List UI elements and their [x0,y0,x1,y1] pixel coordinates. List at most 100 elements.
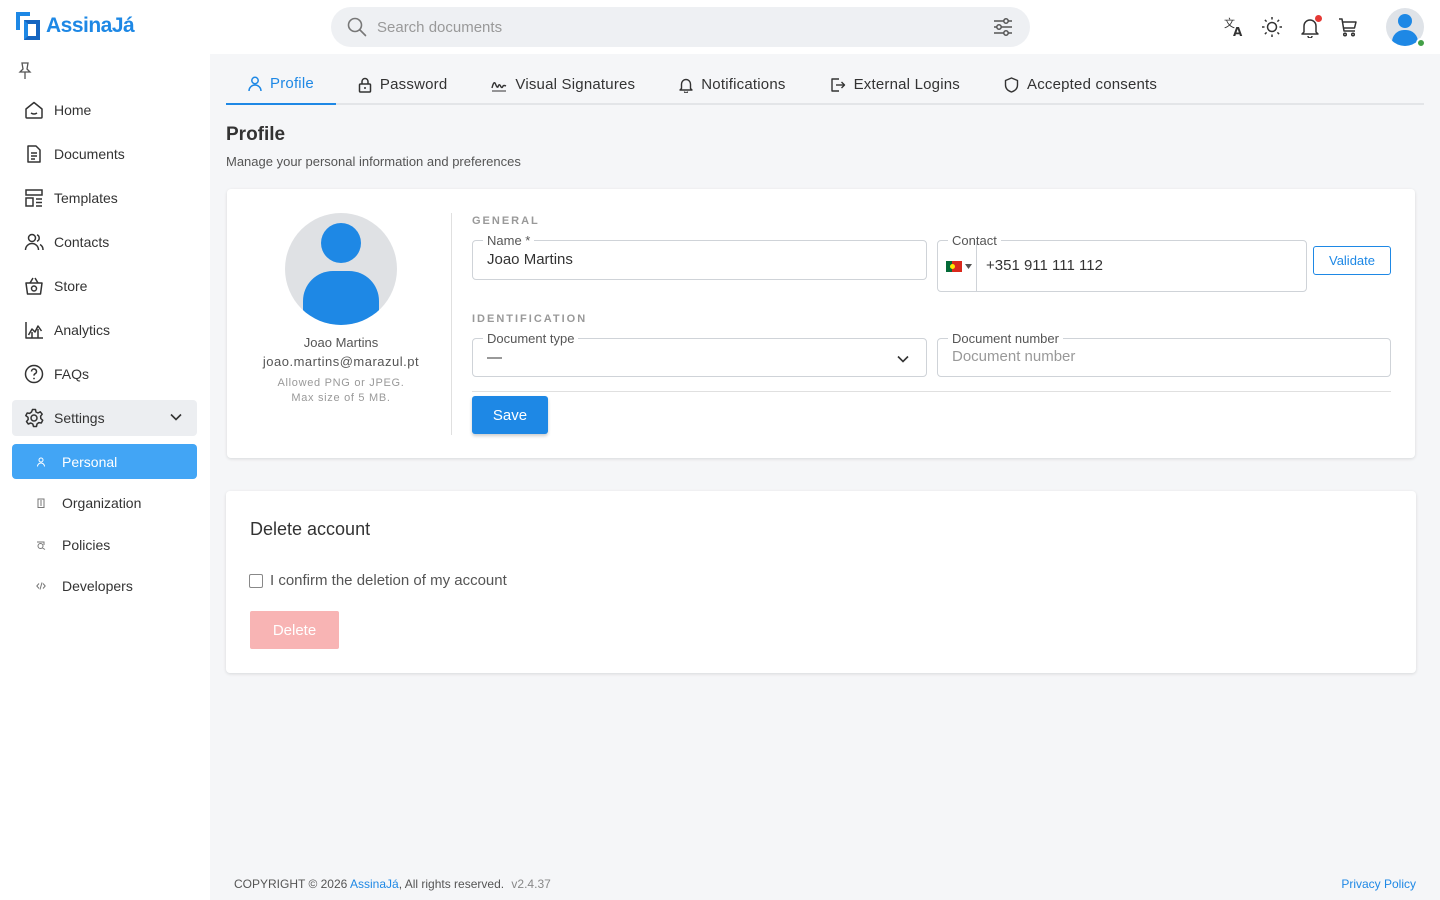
document-number-placeholder: Document number [952,348,1076,365]
sidebar-subitem-developers[interactable]: Developers [12,568,197,603]
lock-icon [358,77,372,93]
document-icon [27,145,41,163]
sidebar-item-label: Documents [54,146,125,162]
tab-notifications[interactable]: Notifications [657,64,807,105]
sidebar-subitem-policies[interactable]: Policies [12,527,197,562]
name-field-value: Joao Martins [487,251,573,268]
document-type-value: — [487,349,502,366]
app-logo[interactable]: AssinaJá [16,12,135,40]
profile-card: Joao Martins joao.martins@marazul.pt All… [227,189,1415,458]
analytics-icon [25,322,43,339]
building-icon [36,498,46,508]
sidebar-subitem-label: Developers [62,577,133,594]
form-divider [472,391,1391,392]
tab-accepted-consents[interactable]: Accepted consents [982,64,1179,105]
logo-mark-icon [16,12,40,40]
search-icon [347,17,367,37]
contact-field-value: +351 911 111 112 [986,257,1103,274]
page-title: Profile [226,124,286,145]
gear-icon [25,408,44,428]
rights-text: , All rights reserved. [398,877,505,891]
sidebar: Home Documents Templates Contacts Store … [0,54,210,900]
contacts-icon [24,233,44,251]
section-general-label: GENERAL [472,215,540,227]
sidebar-item-label: Home [54,102,92,118]
sidebar-subitem-label: Policies [62,536,111,553]
version-text: v2.4.37 [511,877,551,891]
sidebar-item-contacts[interactable]: Contacts [12,224,197,260]
sidebar-subitem-label: Personal [62,453,118,470]
sidebar-item-home[interactable]: Home [12,92,197,128]
validate-button[interactable]: Validate [1313,246,1391,275]
sidebar-item-label: Templates [54,190,118,206]
profile-avatar-upload[interactable] [285,213,397,325]
tab-label: Profile [270,75,314,92]
sidebar-item-documents[interactable]: Documents [12,136,197,172]
name-field[interactable]: Name * Joao Martins [472,233,927,280]
document-type-select[interactable]: Document type — [472,331,927,377]
footer: COPYRIGHT © 2026 AssinaJá, All rights re… [234,877,551,891]
chevron-down-icon [897,355,909,363]
profile-tabs: Profile Password Visual Signatures Notif… [226,64,1424,105]
document-type-label: Document type [483,331,579,346]
sidebar-item-faqs[interactable]: FAQs [12,356,197,392]
copyright-text: COPYRIGHT © 2026 [234,877,348,891]
tab-label: Visual Signatures [515,76,636,93]
sidebar-item-label: Analytics [54,322,111,338]
cart-icon[interactable] [1336,15,1360,39]
tab-visual-signatures[interactable]: Visual Signatures [469,64,657,105]
sidebar-item-analytics[interactable]: Analytics [12,312,197,348]
sidebar-subitem-organization[interactable]: Organization [12,485,197,520]
code-icon [36,581,46,591]
footer-brand-link[interactable]: AssinaJá [350,877,399,891]
sidebar-item-label: FAQs [54,366,90,382]
contact-field-label: Contact [948,233,1001,248]
sidebar-item-templates[interactable]: Templates [12,180,197,216]
online-status-dot [1416,38,1426,48]
sidebar-item-store[interactable]: Store [12,268,197,304]
delete-button[interactable]: Delete [250,611,339,649]
signature-icon [491,81,507,91]
portugal-flag-icon[interactable] [946,261,962,272]
store-icon [25,277,43,295]
help-icon [24,364,44,384]
confirm-deletion-label[interactable]: I confirm the deletion of my account [270,572,507,589]
save-button[interactable]: Save [472,396,548,434]
tab-label: External Logins [853,76,960,93]
contact-field[interactable]: Contact +351 911 111 112 [937,233,1307,292]
templates-icon [25,189,43,207]
document-number-label: Document number [948,331,1063,346]
user-avatar[interactable] [1386,8,1426,48]
privacy-policy-link[interactable]: Privacy Policy [1341,877,1416,891]
flag-separator [976,241,977,291]
divider [451,213,452,435]
pin-icon[interactable] [18,62,32,85]
translate-icon[interactable]: 文A [1222,15,1246,39]
section-identification-label: IDENTIFICATION [472,313,588,325]
delete-account-card: Delete account I confirm the deletion of… [226,491,1416,673]
tab-profile[interactable]: Profile [226,64,336,105]
delete-account-title: Delete account [250,519,371,539]
filter-sliders-icon[interactable] [992,17,1014,37]
user-icon [248,76,262,91]
sidebar-item-label: Settings [54,410,105,426]
confirm-deletion-checkbox[interactable] [249,574,263,588]
search-bar [331,7,1030,47]
tab-label: Password [379,76,448,93]
notifications-bell-icon[interactable] [1298,15,1322,39]
sidebar-item-label: Contacts [54,234,110,250]
tab-password[interactable]: Password [336,64,469,105]
document-number-field[interactable]: Document number Document number [937,331,1391,377]
tab-external-logins[interactable]: External Logins [808,64,982,105]
top-bar: AssinaJá 文A [0,0,1440,54]
profile-email: joao.martins@marazul.pt [262,354,420,369]
sidebar-subitem-personal[interactable]: Personal [12,444,197,479]
sidebar-item-label: Store [54,278,88,294]
sidebar-item-settings[interactable]: Settings [12,400,197,436]
profile-name: Joao Martins [303,335,379,350]
notification-badge [1315,15,1322,22]
tab-label: Notifications [701,76,786,93]
name-field-label: Name * [483,233,535,248]
theme-sun-icon[interactable] [1260,15,1284,39]
search-input[interactable] [377,18,992,36]
